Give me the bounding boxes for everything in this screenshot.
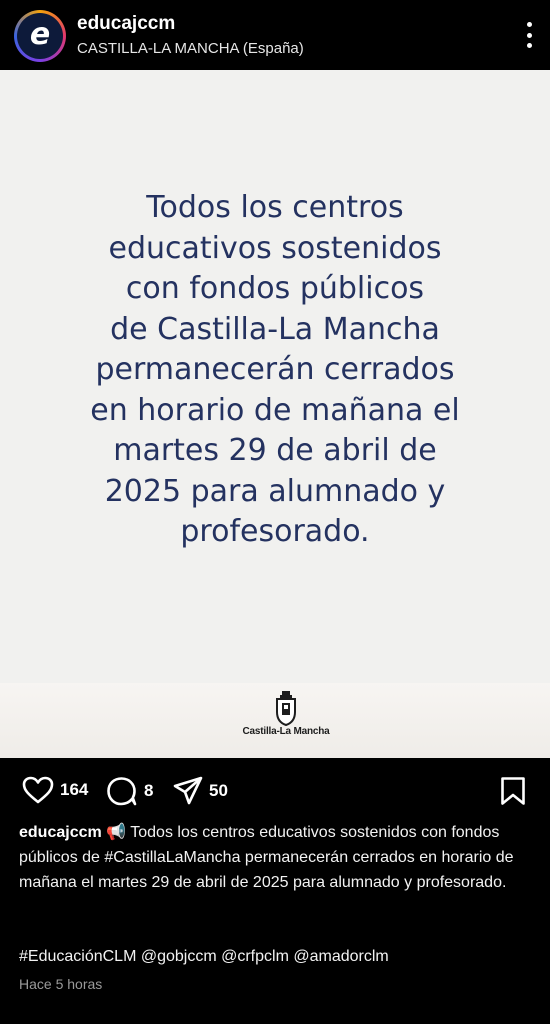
post-line: martes 29 de abril de (113, 433, 437, 468)
post-timestamp: Hace 5 horas (19, 976, 103, 992)
heart-icon (22, 776, 54, 804)
bookmark-icon (501, 777, 525, 805)
like-button[interactable]: 164 (22, 776, 88, 804)
comment-button[interactable]: 8 (106, 776, 153, 806)
post-caption: educajccm 📢 Todos los centros educativos… (19, 820, 534, 895)
comment-icon (107, 777, 137, 806)
save-button[interactable] (500, 776, 526, 806)
post-image[interactable]: Todos los centros educativos sostenidos … (0, 70, 550, 758)
dot (526, 32, 532, 38)
megaphone-emoji: 📢 (106, 824, 127, 841)
post-header: e educajccm CASTILLA-LA MANCHA (España) (0, 0, 550, 70)
caption-hashtags[interactable]: #EducaciónCLM @gobjccm @crfpclm @amadorc… (19, 944, 534, 969)
post-line: en horario de mañana el (90, 392, 460, 428)
username[interactable]: educajccm (77, 13, 175, 35)
more-vertical-icon[interactable] (526, 22, 532, 48)
post-line: 2025 para alumnado y (104, 473, 446, 509)
avatar[interactable]: e (14, 10, 66, 62)
post-line: profesorado. (180, 514, 370, 549)
dot (526, 43, 532, 48)
dot (526, 22, 532, 27)
avatar-letter: e (29, 16, 51, 52)
share-count[interactable]: 50 (209, 781, 228, 801)
post-line: con fondos públicos (125, 271, 425, 306)
share-icon (173, 776, 203, 805)
like-count[interactable]: 164 (60, 780, 88, 800)
post-line: permanecerán cerrados (95, 352, 455, 387)
post-line: educativos sostenidos (108, 230, 442, 266)
action-bar: 164 8 50 (0, 758, 550, 820)
location[interactable]: CASTILLA-LA MANCHA (España) (77, 40, 304, 57)
comment-count[interactable]: 8 (144, 781, 153, 801)
avatar-inner: e (17, 13, 63, 59)
post-line: Todos los centros (146, 190, 404, 225)
post-line: de Castilla-La Mancha (110, 311, 440, 347)
share-button[interactable]: 50 (173, 776, 228, 806)
logo-label: Castilla-La Mancha (242, 726, 330, 737)
caption-username[interactable]: educajccm (19, 824, 102, 841)
post-image-text: Todos los centros educativos sostenidos … (40, 188, 510, 553)
